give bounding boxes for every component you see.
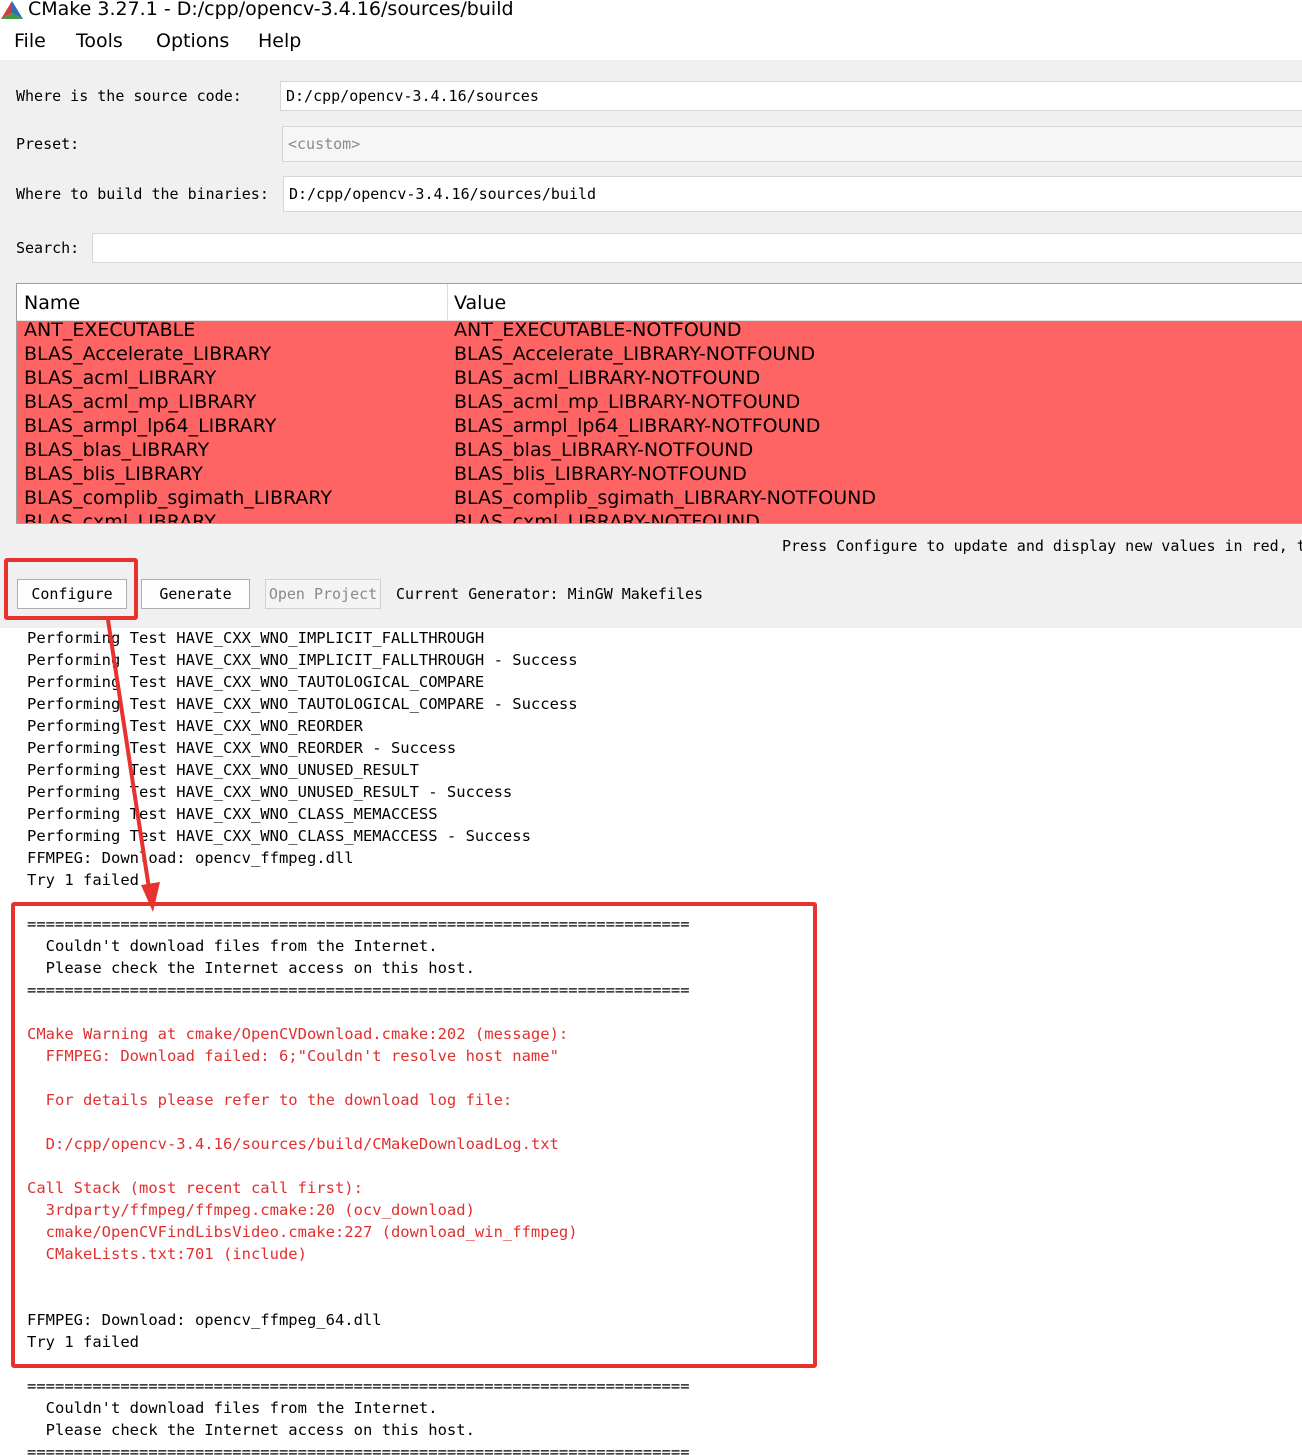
cache-table: Name Value ANT_EXECUTABLE ANT_EXECUTABLE-… (16, 283, 1302, 524)
cmake-logo-icon (1, 1, 23, 19)
log-line: Performing Test HAVE_CXX_WNO_REORDER - S… (27, 739, 457, 757)
log-line: Performing Test HAVE_CXX_WNO_REORDER (27, 717, 363, 735)
log-line: Performing Test HAVE_CXX_WNO_CLASS_MEMAC… (27, 827, 531, 845)
row-name: BLAS_acml_mp_LIBRARY (24, 391, 257, 413)
log-line: Please check the Internet access on this… (27, 1421, 475, 1439)
row-name: ANT_EXECUTABLE (24, 321, 196, 341)
log-line: Performing Test HAVE_CXX_WNO_IMPLICIT_FA… (27, 629, 485, 647)
log-line: Performing Test HAVE_CXX_WNO_TAUTOLOGICA… (27, 673, 485, 691)
row-value: BLAS_blas_LIBRARY-NOTFOUND (454, 439, 754, 461)
column-header-name[interactable]: Name (24, 292, 80, 314)
table-header: Name Value (17, 284, 1302, 321)
row-value: BLAS_blis_LIBRARY-NOTFOUND (454, 463, 747, 485)
open-project-button[interactable]: Open Project (265, 579, 381, 609)
row-name: BLAS_armpl_lp64_LIBRARY (24, 415, 277, 437)
window-title: CMake 3.27.1 - D:/cpp/opencv-3.4.16/sour… (28, 0, 514, 20)
current-generator-label: Current Generator: MinGW Makefiles (396, 585, 704, 603)
row-name: BLAS_Accelerate_LIBRARY (24, 343, 272, 365)
row-value: BLAS_acml_mp_LIBRARY-NOTFOUND (454, 391, 801, 413)
log-line: Performing Test HAVE_CXX_WNO_IMPLICIT_FA… (27, 651, 578, 669)
row-value: BLAS_armpl_lp64_LIBRARY-NOTFOUND (454, 415, 821, 437)
row-name: BLAS_complib_sgimath_LIBRARY (24, 487, 332, 509)
menu-options[interactable]: Options (156, 30, 229, 52)
row-name: BLAS_cxml_LIBRARY (24, 511, 216, 524)
preset-select[interactable]: <custom> (282, 126, 1302, 162)
menu-help[interactable]: Help (258, 30, 301, 52)
column-header-value[interactable]: Value (454, 292, 506, 314)
column-divider[interactable] (447, 284, 448, 321)
row-value: BLAS_cxml_LIBRARY-NOTFOUND (454, 511, 760, 524)
build-path-input[interactable]: D:/cpp/opencv-3.4.16/sources/build (283, 176, 1302, 212)
log-line: Try 1 failed (27, 871, 139, 889)
menu-tools[interactable]: Tools (76, 30, 123, 52)
table-row[interactable]: ANT_EXECUTABLE ANT_EXECUTABLE-NOTFOUND (17, 321, 1302, 343)
build-label: Where to build the binaries: (16, 185, 269, 203)
table-row[interactable]: BLAS_cxml_LIBRARY BLAS_cxml_LIBRARY-NOTFO… (17, 511, 1302, 524)
row-name: BLAS_acml_LIBRARY (24, 367, 217, 389)
log-line: ========================================… (27, 1443, 690, 1455)
table-row[interactable]: BLAS_acml_mp_LIBRARY BLAS_acml_mp_LIBRARY… (17, 391, 1302, 415)
search-label: Search: (16, 239, 80, 257)
table-row[interactable]: BLAS_blas_LIBRARY BLAS_blas_LIBRARY-NOTFO… (17, 439, 1302, 463)
row-value: BLAS_Accelerate_LIBRARY-NOTFOUND (454, 343, 816, 365)
source-label: Where is the source code: (16, 87, 242, 105)
open-project-button-label: Open Project (268, 585, 378, 603)
log-line: Performing Test HAVE_CXX_WNO_UNUSED_RESU… (27, 761, 419, 779)
log-line: ========================================… (27, 1377, 690, 1395)
log-line: Performing Test HAVE_CXX_WNO_CLASS_MEMAC… (27, 805, 438, 823)
search-input[interactable] (92, 233, 1302, 263)
log-line: Performing Test HAVE_CXX_WNO_UNUSED_RESU… (27, 783, 513, 801)
row-name: BLAS_blas_LIBRARY (24, 439, 210, 461)
table-row[interactable]: BLAS_blis_LIBRARY BLAS_blis_LIBRARY-NOTFO… (17, 463, 1302, 487)
row-name: BLAS_blis_LIBRARY (24, 463, 203, 485)
error-highlight-box (11, 902, 817, 1368)
log-line: Performing Test HAVE_CXX_WNO_TAUTOLOGICA… (27, 695, 578, 713)
menu-bar: File Tools Options Help (0, 26, 1302, 60)
row-value: BLAS_complib_sgimath_LIBRARY-NOTFOUND (454, 487, 877, 509)
configure-hint: Press Configure to update and display ne… (782, 537, 1302, 555)
preset-label: Preset: (16, 135, 80, 153)
table-body: ANT_EXECUTABLE ANT_EXECUTABLE-NOTFOUND BLA… (17, 321, 1302, 524)
menu-file[interactable]: File (14, 30, 46, 52)
table-row[interactable]: BLAS_Accelerate_LIBRARY BLAS_Accelerate_L… (17, 343, 1302, 367)
title-bar: CMake 3.27.1 - D:/cpp/opencv-3.4.16/sour… (0, 0, 1302, 24)
row-value: ANT_EXECUTABLE-NOTFOUND (454, 321, 742, 341)
log-line: Couldn't download files from the Interne… (27, 1399, 438, 1417)
generate-button-label: Generate (159, 585, 232, 603)
table-row[interactable]: BLAS_complib_sgimath_LIBRARY BLAS_complib… (17, 487, 1302, 511)
generate-button[interactable]: Generate (141, 579, 250, 609)
log-line: FFMPEG: Download: opencv_ffmpeg.dll (27, 849, 354, 867)
table-row[interactable]: BLAS_acml_LIBRARY BLAS_acml_LIBRARY-NOTFO… (17, 367, 1302, 391)
row-value: BLAS_acml_LIBRARY-NOTFOUND (454, 367, 761, 389)
source-path-input[interactable]: D:/cpp/opencv-3.4.16/sources (280, 81, 1302, 111)
configure-highlight-box (4, 558, 138, 620)
table-row[interactable]: BLAS_armpl_lp64_LIBRARY BLAS_armpl_lp64_L… (17, 415, 1302, 439)
